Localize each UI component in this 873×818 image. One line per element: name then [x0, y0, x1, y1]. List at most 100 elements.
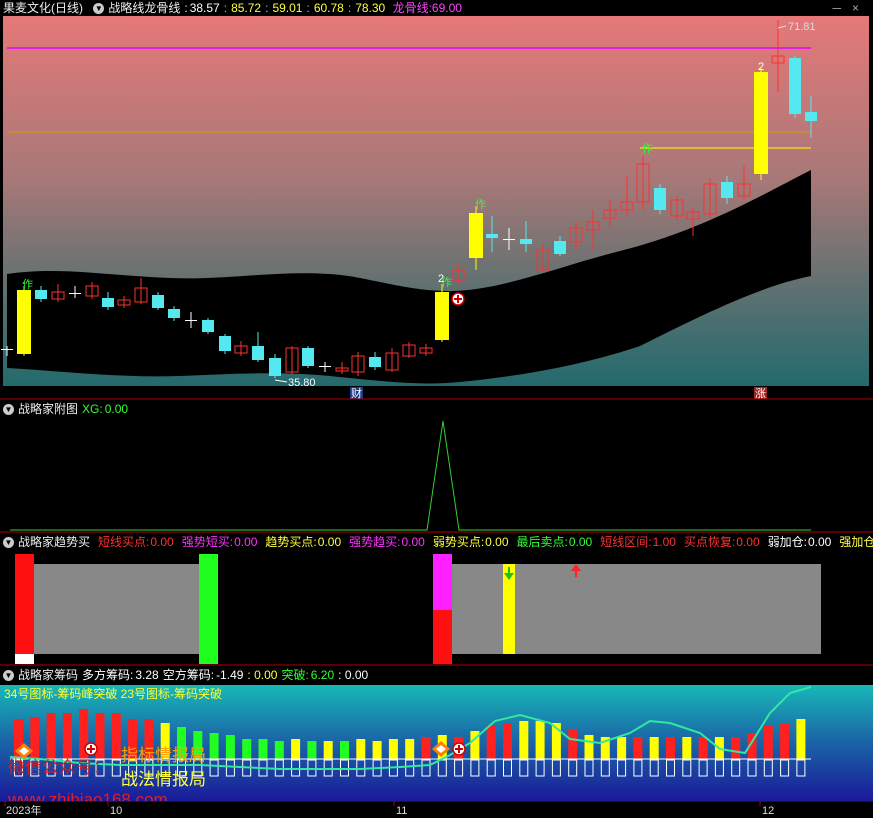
- fuzhu-header: ▼ 战略家附图 XG: 0.00: [0, 401, 300, 417]
- collapse-icon[interactable]: ▼: [3, 670, 14, 682]
- candle-body: [771, 55, 785, 64]
- candle-body: [1, 349, 13, 350]
- kongfang-label: 空方筹码:: [162, 668, 215, 682]
- watermark-zhibiao: 指标情报局: [121, 746, 206, 765]
- trend-item-label: 强势趋买:: [349, 535, 401, 549]
- trend-item-label: 弱加仓:: [767, 535, 807, 549]
- main-chart[interactable]: 71.81 35.80 作 作 作 作 2 2 财 涨: [0, 16, 873, 400]
- minimize-icon[interactable]: ─: [832, 0, 841, 16]
- chip-bar-up: [356, 739, 366, 759]
- chip-bar-up: [372, 741, 382, 759]
- chip-bar-up: [780, 723, 790, 759]
- chip-bar-up: [323, 741, 333, 759]
- dragon-label: 龙骨线:: [392, 1, 432, 15]
- chip-bar-up: [340, 741, 349, 759]
- candle-body: [335, 367, 349, 372]
- short-range-bar: [433, 610, 452, 664]
- time-axis: 2023年 10 11 12: [0, 801, 873, 818]
- value-3: 59.01: [272, 1, 303, 15]
- xg-value: 0.00: [104, 402, 129, 416]
- trend-item-value: 0.00: [568, 535, 593, 549]
- zuo-label-3: 作: [475, 198, 486, 211]
- candle-body: [789, 58, 801, 114]
- kongfang-value: -1.49: [216, 668, 244, 682]
- candle-body: [586, 221, 600, 231]
- chip-bar-up: [731, 737, 741, 759]
- candle-body: [469, 213, 483, 258]
- chip-bar-up: [682, 737, 692, 759]
- candle-body: [503, 239, 515, 240]
- trend-item-value: 0.00: [736, 535, 760, 549]
- event-strip: [3, 386, 869, 400]
- chips-name: 战略家筹码: [18, 668, 79, 682]
- candle-body: [670, 199, 684, 217]
- fuzhu-chart[interactable]: [0, 417, 873, 533]
- candle-body: [703, 183, 717, 215]
- candle-body: [152, 295, 164, 308]
- candle-body: [134, 287, 148, 303]
- axis-label-dec: 12: [762, 805, 774, 817]
- trend-item-label: 强势短买:: [181, 535, 234, 549]
- trend-items: 短线买点:0.00 强势短买:0.00 趋势买点:0.00 强势趋买:0.00 弱势买点…: [98, 535, 873, 549]
- chip-bar-up: [111, 713, 121, 759]
- candle-body: [486, 234, 498, 238]
- candle-body: [369, 357, 381, 367]
- indicator-name: 战略线龙骨线: [108, 1, 181, 15]
- strong-buy-bar: [433, 554, 452, 610]
- trend-chart[interactable]: [0, 550, 873, 666]
- candle-body: [168, 309, 180, 318]
- num-label-2: 2: [758, 61, 764, 73]
- chip-bar-up: [242, 739, 252, 759]
- zhang-label: 涨: [755, 387, 766, 400]
- candle-body: [737, 183, 751, 197]
- chip-bar-up: [258, 739, 268, 759]
- chip-bar-up: [633, 737, 643, 759]
- chip-bar-up: [274, 741, 284, 759]
- num-label-1: 2: [438, 273, 444, 285]
- short-buy-base: [15, 654, 34, 664]
- collapse-icon[interactable]: ▼: [3, 537, 14, 549]
- chip-bar-up: [584, 735, 594, 759]
- trend-item-label: 短线区间:: [600, 535, 652, 549]
- candle-body: [419, 347, 433, 354]
- title-bar: 果麦文化(日线) ▼ 战略线龙骨线:38.57:85.72:59.01:60.78…: [0, 0, 873, 16]
- trend-item-label: 弱势买点:: [432, 535, 485, 549]
- chip-bar-up: [535, 721, 545, 759]
- candle-body: [385, 352, 399, 371]
- close-icon[interactable]: ×: [852, 0, 859, 16]
- candle-body: [520, 239, 532, 244]
- trend-item-value: 0.00: [234, 535, 258, 549]
- duofang-value: 3.28: [135, 668, 159, 682]
- last-sell-bar: [199, 554, 218, 664]
- value-1: 38.57: [189, 1, 220, 15]
- axis-label-nov: 11: [396, 805, 407, 817]
- candle-body: [754, 72, 768, 174]
- xg-label: XG:: [82, 402, 103, 416]
- trend-item-value: 0.00: [485, 535, 509, 549]
- chip-bar-up: [519, 721, 529, 759]
- value-4: 60.78: [313, 1, 344, 15]
- candle-body: [285, 347, 299, 373]
- collapse-icon[interactable]: ▼: [3, 404, 14, 416]
- price-high-label: 71.81: [788, 21, 816, 33]
- chip-bar-up: [209, 733, 219, 759]
- dragon-value: 69.00: [431, 1, 462, 15]
- chip-bar-up: [649, 737, 659, 759]
- axis-label-oct: 10: [110, 805, 122, 817]
- trend-item-value: 1.00: [652, 535, 676, 549]
- watermark-zhanfa: 战法情报局: [121, 770, 206, 789]
- candle-body: [319, 366, 331, 367]
- chip-bar-up: [698, 737, 708, 759]
- collapse-icon[interactable]: ▼: [93, 3, 105, 15]
- trend-item-label: 最后卖点:: [516, 535, 568, 549]
- stock-name: 果麦文化(日线): [3, 1, 83, 15]
- chip-bar-up: [617, 737, 627, 759]
- chip-bar-up: [796, 719, 806, 759]
- chip-bar-up: [291, 739, 301, 759]
- chip-bar-up: [421, 737, 431, 759]
- candle-body: [51, 291, 65, 300]
- axis-label-year: 2023年: [6, 803, 41, 817]
- trend-item-label: 短线买点:: [98, 535, 150, 549]
- candle-body: [185, 320, 197, 321]
- tupo-label: 突破:: [281, 668, 309, 682]
